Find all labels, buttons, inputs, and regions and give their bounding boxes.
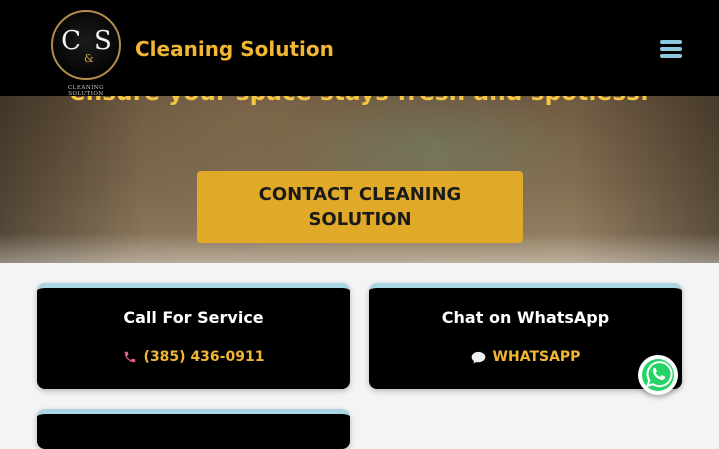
whatsapp-float-button[interactable] <box>638 355 678 395</box>
site-header: CS & CLEANING SOLUTION Cleaning Solution <box>0 0 719 97</box>
phone-icon <box>124 351 135 363</box>
contact-cta-button[interactable]: CONTACT CLEANING SOLUTION <box>197 171 523 243</box>
card-title: Call For Service <box>123 308 264 327</box>
logo[interactable]: CS & <box>51 10 121 80</box>
phone-number: (385) 436-0911 <box>143 349 265 365</box>
whatsapp-link[interactable]: WHATSAPP <box>369 349 682 365</box>
third-card <box>37 409 350 449</box>
logo-caption: CLEANING SOLUTION <box>67 85 105 97</box>
whatsapp-card: Chat on WhatsApp WHATSAPP <box>369 283 682 389</box>
chat-bubble-icon <box>471 351 485 363</box>
whatsapp-label: WHATSAPP <box>492 349 581 365</box>
hamburger-menu-icon[interactable] <box>660 40 682 58</box>
logo-ampersand: & <box>84 52 94 65</box>
call-service-card: Call For Service (385) 436-0911 <box>37 283 350 389</box>
whatsapp-icon <box>642 359 674 391</box>
card-title: Chat on WhatsApp <box>441 308 610 327</box>
phone-link[interactable]: (385) 436-0911 <box>37 349 350 365</box>
brand-name[interactable]: Cleaning Solution <box>135 37 334 61</box>
